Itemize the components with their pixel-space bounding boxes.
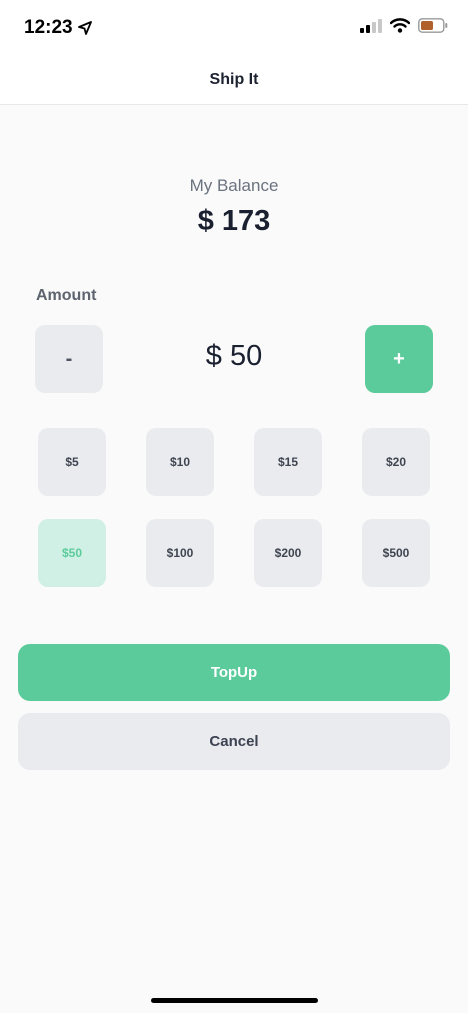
preset-200-button[interactable]: $200 <box>254 519 322 587</box>
preset-20-button[interactable]: $20 <box>362 428 430 496</box>
amount-label: Amount <box>36 287 97 304</box>
preset-amount-grid: $5 $10 $15 $20 $50 $100 $200 $500 <box>38 428 430 587</box>
increase-amount-label: + <box>393 347 405 370</box>
cancel-button[interactable]: Cancel <box>18 713 450 770</box>
decrease-amount-button[interactable]: - <box>35 325 103 393</box>
preset-15-button[interactable]: $15 <box>254 428 322 496</box>
amount-value: $ 50 <box>205 340 263 372</box>
battery-icon <box>418 18 448 33</box>
location-arrow-icon <box>77 21 92 35</box>
preset-100-button[interactable]: $100 <box>146 519 214 587</box>
preset-5-button[interactable]: $5 <box>38 428 106 496</box>
page-title: Ship It <box>209 71 259 88</box>
signal-icon <box>360 18 382 33</box>
preset-10-button[interactable]: $10 <box>146 428 214 496</box>
nav-bar: Ship It <box>0 56 468 105</box>
cancel-button-label: Cancel <box>209 733 259 750</box>
home-indicator[interactable] <box>151 998 318 1003</box>
wifi-icon <box>390 18 410 33</box>
status-time-text: 12:23 <box>24 17 73 38</box>
status-time: 12:23 <box>24 17 92 39</box>
status-bar: 12:23 <box>0 0 468 56</box>
status-icons <box>360 18 448 33</box>
preset-500-button[interactable]: $500 <box>362 519 430 587</box>
topup-button-label: TopUp <box>210 664 258 681</box>
preset-50-button[interactable]: $50 <box>38 519 106 587</box>
decrease-amount-label: - <box>65 347 73 370</box>
balance-label: My Balance <box>189 176 279 195</box>
increase-amount-button[interactable]: + <box>365 325 433 393</box>
balance-value: $ 173 <box>197 205 271 237</box>
battery-level <box>421 21 433 30</box>
topup-button[interactable]: TopUp <box>18 644 450 701</box>
